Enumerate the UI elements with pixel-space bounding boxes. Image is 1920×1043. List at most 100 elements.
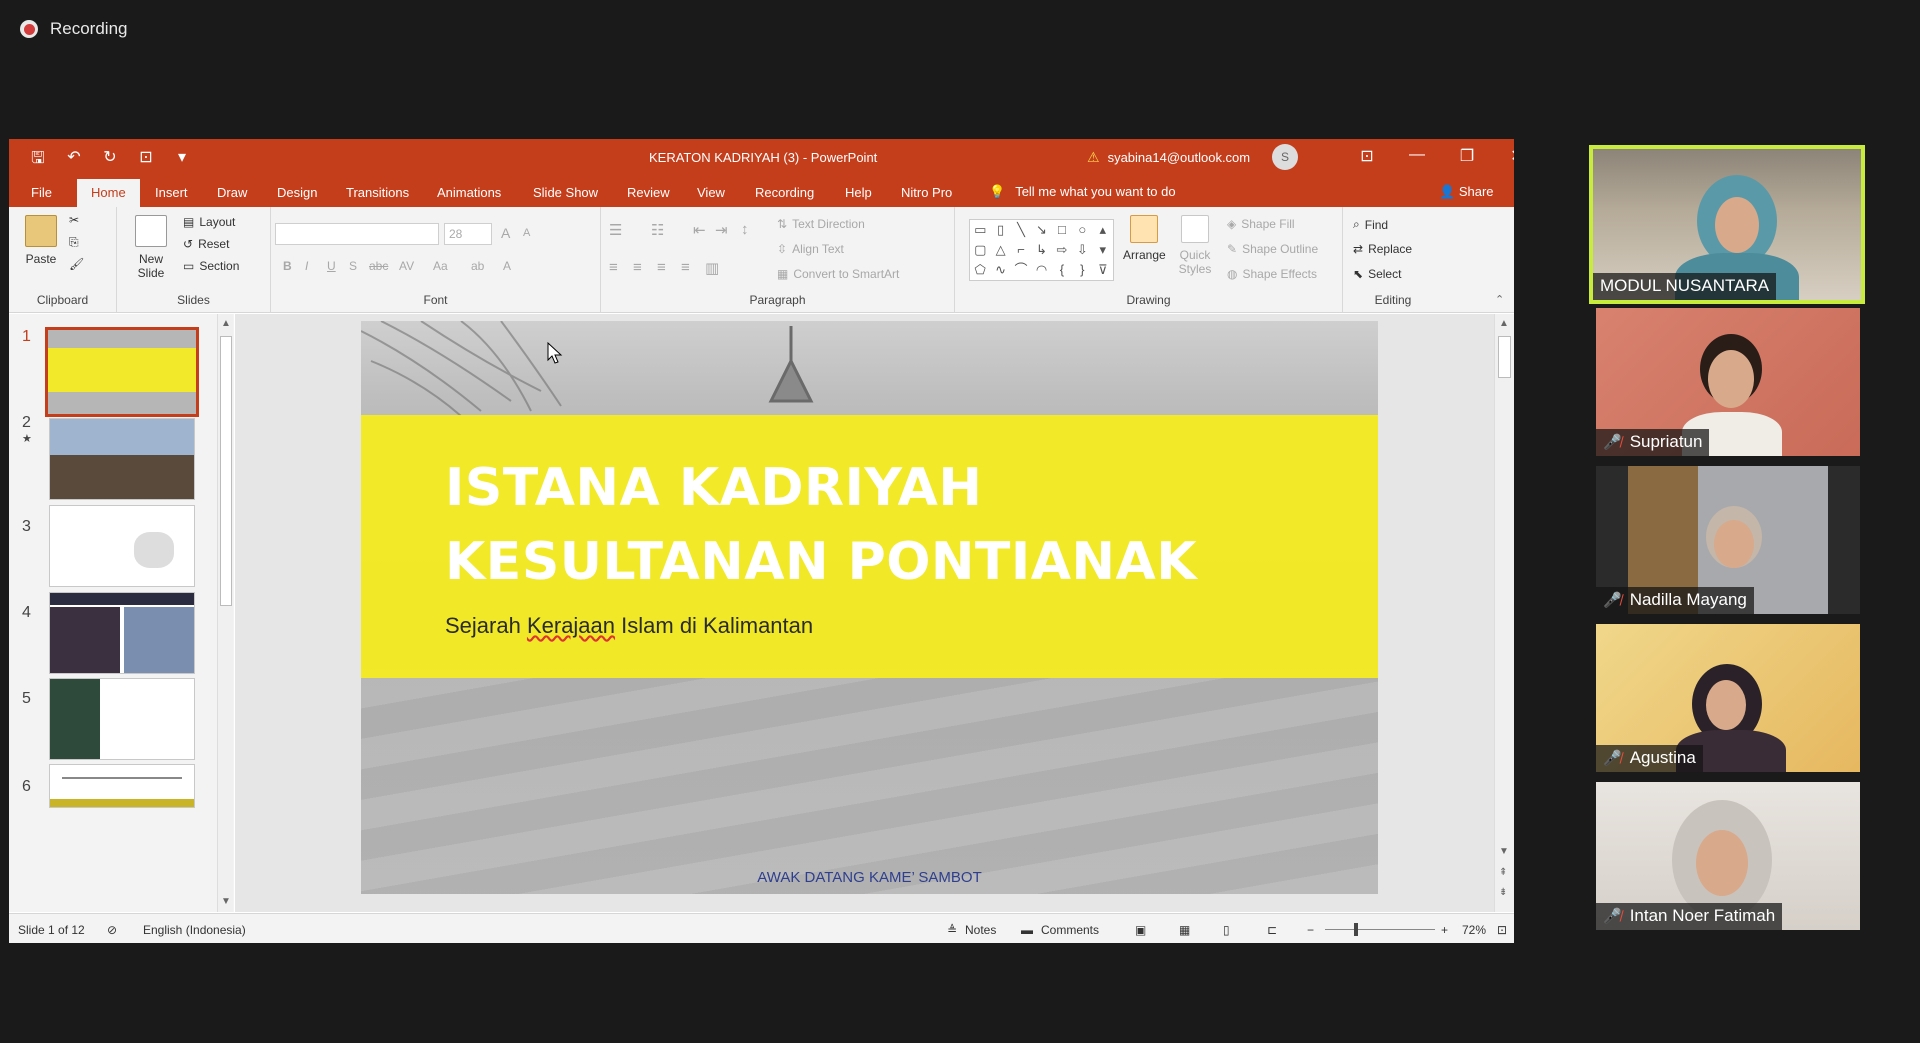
scroll-up-icon[interactable]: ▲ [221, 318, 231, 329]
oval-shape-icon[interactable]: ○ [1072, 220, 1092, 240]
notes-button[interactable]: Notes [965, 923, 996, 937]
participant-tile-active[interactable]: MODUL NUSANTARA [1589, 145, 1865, 304]
zoom-out-icon[interactable]: − [1307, 923, 1314, 937]
rounded-rect-icon[interactable]: ▢ [970, 240, 990, 260]
slide-scrollbar[interactable]: ▲ ▼ ⇞ ⇟ [1494, 314, 1514, 912]
text-direction-button[interactable]: ⇅ Text Direction [777, 217, 865, 231]
share-button[interactable]: 👤 Share [1439, 184, 1494, 200]
left-brace-icon[interactable]: { [1052, 260, 1072, 280]
reading-view-icon[interactable]: ▯ [1223, 923, 1230, 937]
thumbnail-slide-4[interactable] [49, 592, 195, 674]
font-name-box[interactable] [275, 223, 439, 245]
shrink-font-icon[interactable]: A [523, 227, 530, 239]
slide-footer-text[interactable]: AWAK DATANG KAME’ SAMBOT [361, 869, 1378, 886]
participant-tile[interactable]: 🎤̸ Agustina [1596, 624, 1860, 772]
collapse-ribbon-icon[interactable]: ⌃ [1495, 293, 1504, 306]
minimize-icon[interactable]: — [1402, 146, 1432, 164]
zoom-slider-thumb[interactable] [1354, 923, 1358, 936]
tab-view[interactable]: View [697, 185, 725, 200]
change-case-icon[interactable]: Aa [433, 259, 448, 273]
comments-icon[interactable]: ▬ [1021, 923, 1033, 937]
restore-icon[interactable]: ❐ [1452, 146, 1482, 166]
shapes-gallery[interactable]: ▭ ▯ ╲ ↘ □ ○ ▴ ▢ △ ⌐ ↳ ⇨ ⇩ ▾ ⬠ ∿ ⌒ ◠{} ⊽ [969, 219, 1114, 281]
decrease-indent-icon[interactable]: ⇤ [693, 221, 706, 239]
right-arrow-icon[interactable]: ⇨ [1052, 240, 1072, 260]
account-area[interactable]: ⚠ syabina14@outlook.com [1087, 149, 1250, 166]
tell-me-search[interactable]: 💡 Tell me what you want to do [989, 184, 1176, 200]
vertical-textbox-icon[interactable]: ▯ [990, 220, 1010, 240]
thumbnail-slide-1[interactable] [45, 327, 199, 417]
tab-draw[interactable]: Draw [217, 185, 247, 200]
bullets-icon[interactable]: ☰ [609, 221, 622, 239]
slideshow-view-icon[interactable]: ⊏ [1267, 923, 1277, 937]
start-from-beginning-icon[interactable]: ⊡ [135, 147, 157, 174]
bold-icon[interactable]: B [283, 259, 292, 273]
right-brace-icon[interactable]: } [1072, 260, 1092, 280]
scribble-icon[interactable]: ∿ [990, 260, 1010, 280]
participant-tile[interactable]: 🎤̸ Supriatun [1596, 308, 1860, 456]
down-arrow-icon[interactable]: ⇩ [1072, 240, 1092, 260]
thumbnails-scrollbar[interactable]: ▲ ▼ [217, 314, 233, 912]
freeform-icon[interactable]: ⬠ [970, 260, 990, 280]
zoom-in-icon[interactable]: + [1441, 923, 1448, 937]
text-shadow-icon[interactable]: S [349, 259, 357, 273]
layout-button[interactable]: ▤ Layout [183, 215, 235, 229]
convert-smartart-button[interactable]: ▦ Convert to SmartArt [777, 267, 899, 281]
replace-button[interactable]: ⇄ Replace [1353, 242, 1412, 256]
shape-effects-button[interactable]: ◍ Shape Effects [1227, 267, 1317, 281]
character-spacing-icon[interactable]: AV [399, 259, 414, 273]
curve-icon[interactable]: ⌒ [1011, 260, 1031, 280]
align-right-icon[interactable]: ≡ [657, 259, 666, 276]
close-icon[interactable]: ✕ [1502, 146, 1514, 166]
paste-button[interactable]: Paste [25, 215, 57, 266]
slide-title[interactable]: ISTANA KADRIYAH KESULTANAN PONTIANAK [445, 451, 1345, 599]
scroll-down-icon[interactable]: ▼ [1499, 846, 1509, 857]
gallery-up-icon[interactable]: ▴ [1093, 220, 1113, 240]
elbow-arrow-icon[interactable]: ↳ [1031, 240, 1051, 260]
justify-icon[interactable]: ≡ [681, 259, 690, 276]
reset-button[interactable]: ↺ Reset [183, 237, 229, 251]
slide-sorter-icon[interactable]: ▦ [1179, 923, 1190, 937]
slide-subtitle[interactable]: Sejarah Kerajaan Islam di Kalimantan [445, 613, 813, 639]
previous-slide-icon[interactable]: ⇞ [1499, 867, 1507, 878]
elbow-connector-icon[interactable]: ⌐ [1011, 240, 1031, 260]
thumbnail-slide-2[interactable] [49, 418, 195, 500]
select-button[interactable]: ⬉ Select [1353, 267, 1401, 281]
rectangle-shape-icon[interactable]: □ [1052, 220, 1072, 240]
save-icon[interactable]: 🖫 [27, 147, 49, 174]
cut-icon[interactable]: ✂ [69, 213, 79, 227]
zoom-slider[interactable] [1325, 929, 1435, 930]
line-spacing-icon[interactable]: ↕ [741, 221, 749, 238]
scrollbar-thumb[interactable] [220, 336, 232, 606]
tab-recording[interactable]: Recording [755, 185, 814, 200]
thumbnail-slide-6[interactable] [49, 764, 195, 808]
thumbnail-slide-3[interactable] [49, 505, 195, 587]
increase-indent-icon[interactable]: ⇥ [715, 221, 728, 239]
textbox-shape-icon[interactable]: ▭ [970, 220, 990, 240]
redo-icon[interactable]: ↻ [99, 147, 121, 174]
font-size-box[interactable]: 28 [444, 223, 492, 245]
recording-indicator[interactable]: Recording [20, 19, 128, 39]
comments-button[interactable]: Comments [1041, 923, 1099, 937]
tab-design[interactable]: Design [277, 185, 317, 200]
format-painter-icon[interactable]: 🖌 [69, 257, 84, 271]
tab-help[interactable]: Help [845, 185, 872, 200]
italic-icon[interactable]: I [305, 259, 308, 273]
participant-tile[interactable]: 🎤̸ Intan Noer Fatimah [1596, 782, 1860, 930]
participant-tile[interactable]: 🎤̸ Nadilla Mayang [1596, 466, 1860, 614]
shape-outline-button[interactable]: ✎ Shape Outline [1227, 242, 1318, 256]
quick-styles-button[interactable]: Quick Styles [1175, 215, 1215, 276]
customize-qat-icon[interactable]: ▾ [171, 147, 193, 174]
numbering-icon[interactable]: ☷ [651, 221, 664, 239]
triangle-shape-icon[interactable]: △ [990, 240, 1010, 260]
tab-insert[interactable]: Insert [155, 185, 188, 200]
shape-fill-button[interactable]: ◈ Shape Fill [1227, 217, 1295, 231]
underline-icon[interactable]: U [327, 259, 336, 273]
columns-icon[interactable]: ▥ [705, 259, 719, 277]
normal-view-icon[interactable]: ▣ [1135, 923, 1146, 937]
arc-icon[interactable]: ◠ [1031, 260, 1051, 280]
tab-animations[interactable]: Animations [437, 185, 501, 200]
account-avatar[interactable]: S [1272, 144, 1298, 170]
tab-nitro-pro[interactable]: Nitro Pro [901, 185, 952, 200]
fit-to-window-icon[interactable]: ⊡ [1497, 923, 1507, 937]
